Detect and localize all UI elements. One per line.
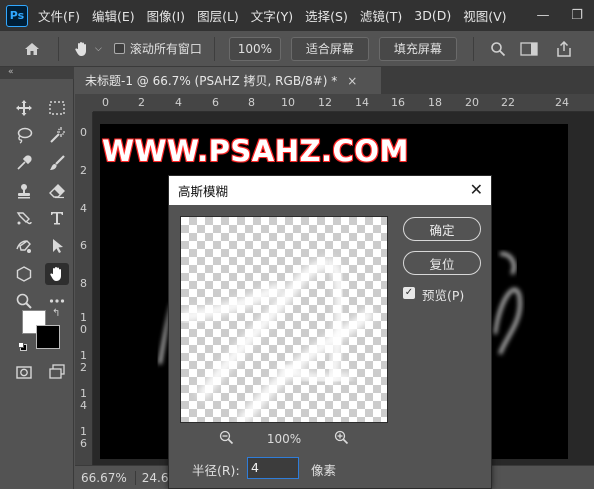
magic-wand-tool-icon[interactable] [45,124,69,146]
scroll-all-windows-checkbox[interactable] [113,43,125,54]
close-icon[interactable]: ✕ [470,180,483,199]
ruler-tick-label: 4 [80,202,87,215]
zoom-in-icon[interactable] [334,430,349,448]
menu-filter[interactable]: 滤镜(T) [360,6,402,25]
menu-image[interactable]: 图像(I) [147,6,185,25]
scroll-all-windows-label: 滚动所有窗口 [129,42,202,56]
ruler-tick-label: 0 [80,126,87,139]
ruler-tick-label: 22 [501,96,515,109]
chevron-down-icon[interactable]: ⌵ [95,44,102,54]
reset-button[interactable]: 复位 [403,251,481,275]
ruler-tick-label: 2 [138,96,145,109]
pen-tool-icon[interactable] [12,235,36,257]
ruler-tick-label: 16 [391,96,405,109]
path-selection-tool-icon[interactable] [45,235,69,257]
ruler-tick-label: 1 2 [80,349,87,374]
maximize-icon[interactable]: ❐ [560,8,594,23]
collapse-panel-icon[interactable]: « [0,67,74,79]
preview-checkbox-label: 预览(P) [422,288,465,303]
swap-colors-icon[interactable]: ↰ [52,308,60,319]
search-icon[interactable] [490,41,506,57]
horizontal-ruler[interactable]: 0 2 4 6 8 10 12 14 16 18 20 22 24 [93,94,594,112]
radius-unit-label: 像素 [311,463,337,478]
ruler-tick-label: 24 [555,96,569,109]
tools-panel: « ↰ [0,67,74,489]
ruler-corner [75,94,93,112]
gaussian-blur-dialog: 高斯模糊 ✕ 确定 复位 ✓ 预览(P) 100% 半径(R): 4 像素 [168,175,492,489]
ruler-tick-label: 14 [355,96,369,109]
ruler-tick-label: 12 [318,96,332,109]
document-tab-bar: 未标题-1 @ 66.7% (PSAHZ 拷贝, RGB/8#) * × [75,67,594,94]
window-controls: — ❐ [518,0,594,31]
document-tab[interactable]: 未标题-1 @ 66.7% (PSAHZ 拷贝, RGB/8#) * × [75,67,382,94]
dialog-titlebar[interactable]: 高斯模糊 ✕ [169,176,491,205]
ruler-tick-label: 1 4 [80,387,87,412]
fit-screen-button[interactable]: 适合屏幕 [290,36,369,61]
dialog-title: 高斯模糊 [178,184,229,199]
status-divider [134,470,136,485]
type-tool-icon[interactable] [45,207,69,229]
menu-layer[interactable]: 图层(L) [197,6,239,25]
ruler-tick-label: 8 [80,277,87,290]
ruler-tick-label: 6 [80,239,87,252]
quick-mask-icon[interactable] [12,361,36,383]
ruler-tick-label: 18 [428,96,442,109]
document-tab-title: 未标题-1 @ 66.7% (PSAHZ 拷贝, RGB/8#) * [85,74,338,88]
share-icon[interactable] [556,40,572,57]
zoom-out-icon[interactable] [219,430,234,448]
lasso-tool-icon[interactable] [12,124,36,146]
radius-input[interactable]: 4 [247,457,299,479]
hand-tool-icon[interactable] [73,40,91,58]
preview-glow-strokes [181,257,375,422]
menu-view[interactable]: 视图(V) [463,6,506,25]
ruler-tick-label: 10 [281,96,295,109]
menu-select[interactable]: 选择(S) [305,6,348,25]
workspace-icon[interactable] [520,41,538,56]
menu-bar: Ps 文件(F) 编辑(E) 图像(I) 图层(L) 文字(Y) 选择(S) 滤… [0,0,594,31]
stamp-tool-icon[interactable] [12,180,36,202]
brush-tool-icon[interactable] [45,152,69,174]
vertical-ruler[interactable]: 0 2 4 6 8 1 0 1 2 1 4 1 6 [75,112,93,465]
menu-file[interactable]: 文件(F) [38,6,80,25]
menu-type[interactable]: 文字(Y) [251,6,293,25]
home-icon[interactable] [20,41,44,57]
preview-zoom-controls: 100% [219,430,349,448]
ok-button[interactable]: 确定 [403,217,481,241]
marquee-tool-icon[interactable] [45,97,69,119]
blur-preview[interactable] [180,216,388,423]
ruler-tick-label: 1 6 [80,425,87,450]
ruler-tick-label: 2 [80,164,87,177]
preview-zoom-percent: 100% [266,432,302,446]
ruler-tick-label: 20 [465,96,479,109]
menu-3d[interactable]: 3D(D) [414,8,451,23]
minimize-icon[interactable]: — [526,8,560,23]
smudge-tool-icon[interactable] [12,207,36,229]
zoom-tool-icon[interactable] [12,290,36,312]
options-bar: ⌵ 滚动所有窗口 100% 适合屏幕 填充屏幕 [0,31,594,67]
move-tool-icon[interactable] [12,97,36,119]
fill-screen-button[interactable]: 填充屏幕 [378,36,457,61]
status-zoom[interactable]: 66.67% [81,471,127,485]
default-colors-icon[interactable] [18,342,28,352]
radius-label: 半径(R): [192,463,240,478]
ruler-tick-label: 6 [212,96,219,109]
background-color-swatch[interactable] [36,325,60,349]
zoom-value-field[interactable]: 100% [228,36,281,61]
eyedropper-tool-icon[interactable] [12,152,36,174]
eraser-tool-icon[interactable] [45,180,69,202]
ruler-tick-label: 4 [175,96,182,109]
close-document-icon[interactable]: × [347,74,357,88]
hand-tool-icon[interactable] [45,263,69,285]
menu-edit[interactable]: 编辑(E) [92,6,135,25]
ruler-tick-label: 8 [248,96,255,109]
ruler-tick-label: 0 [102,96,109,109]
screen-mode-icon[interactable] [45,361,69,383]
preview-checkbox[interactable]: ✓ [403,287,415,299]
photoshop-logo[interactable]: Ps [6,4,28,27]
ruler-tick-label: 1 0 [80,311,87,336]
shape-tool-icon[interactable] [12,263,36,285]
